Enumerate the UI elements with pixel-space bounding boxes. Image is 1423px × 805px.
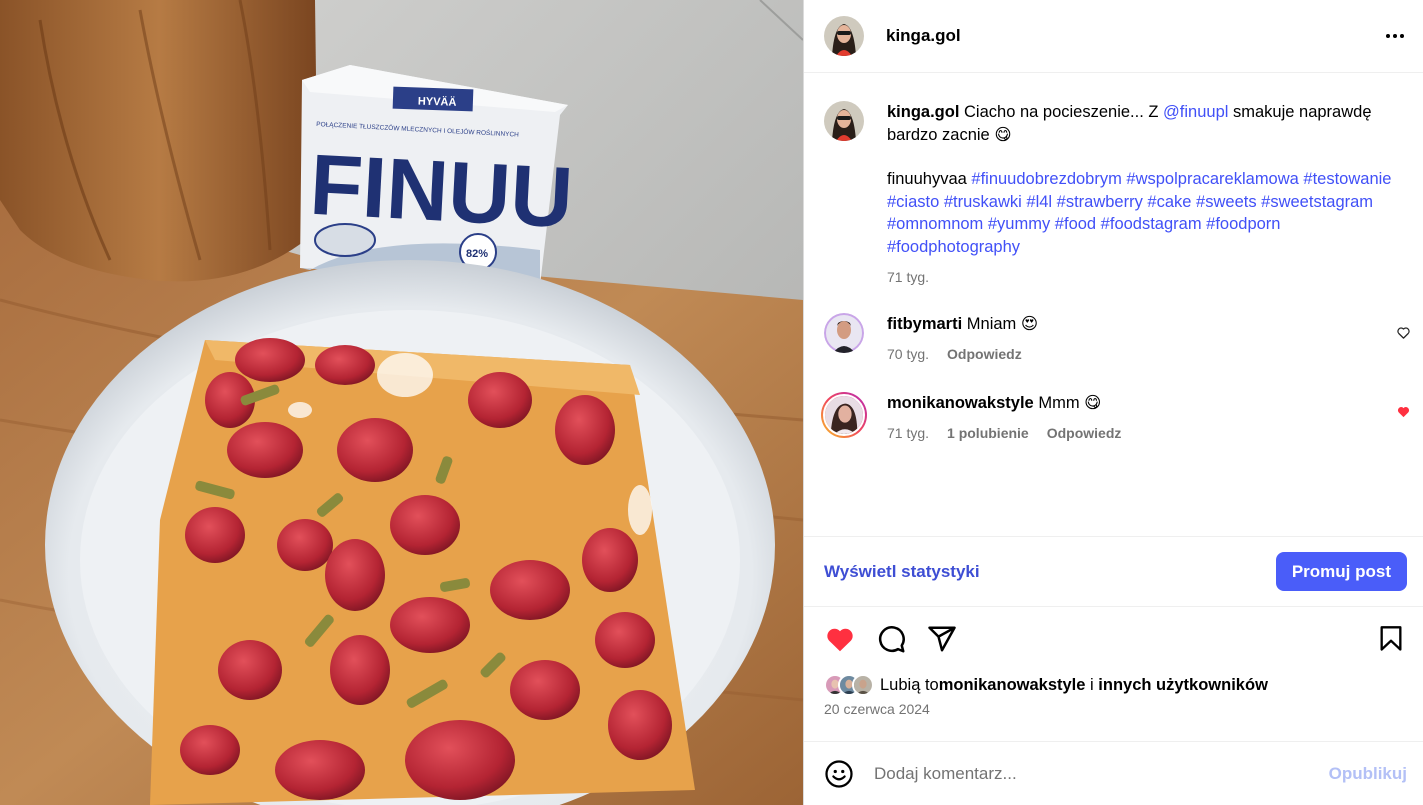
author-avatar[interactable]	[824, 16, 864, 56]
likes-prefix: Lubią to	[880, 675, 939, 694]
author-username[interactable]: kinga.gol	[886, 26, 961, 46]
comment-text: Mmm 😋	[1038, 393, 1102, 412]
commenter-avatar[interactable]	[824, 312, 864, 353]
post-photo-image: HYVÄÄ POŁĄCZENIE TŁUSZCZÓW MLECZNYCH I O…	[0, 0, 803, 805]
publish-comment-button[interactable]: Opublikuj	[1329, 764, 1407, 784]
post-date[interactable]: 20 czerwca 2024	[804, 701, 1423, 741]
save-bookmark-icon[interactable]	[1375, 623, 1407, 655]
insights-bar: Wyświetl statystyki Promuj post	[804, 536, 1423, 607]
comment-likes-count[interactable]: 1 polubienie	[947, 422, 1029, 445]
comment-text: Mniam 😍	[966, 314, 1039, 333]
post-actions	[804, 607, 1423, 671]
liker-avatar	[852, 674, 874, 696]
comment-input[interactable]	[874, 763, 1329, 784]
comment-item: monikanowakstyle Mmm 😋 71 tyg. 1 polubie…	[821, 391, 1410, 445]
comment-icon[interactable]	[875, 623, 907, 655]
likes-summary: Lubią to monikanowakstyle i innych użytk…	[804, 671, 1423, 699]
emoji-smiley-icon[interactable]	[824, 759, 854, 789]
likers-avatars[interactable]	[824, 674, 874, 696]
promote-post-button[interactable]: Promuj post	[1275, 552, 1407, 591]
product-label: HYVÄÄ	[418, 94, 457, 108]
post-header: kinga.gol	[804, 0, 1423, 73]
liked-comment-heart-icon[interactable]	[1396, 404, 1411, 419]
caption-hashtags: finuuhyvaa #finuudobrezdobrym #wspolprac…	[887, 168, 1403, 258]
reply-button[interactable]: Odpowiedz	[947, 343, 1022, 366]
comment-time[interactable]: 71 tyg.	[887, 422, 929, 445]
product-badge: 82%	[466, 248, 488, 260]
caption-plain-tag: finuuhyvaa	[887, 170, 972, 188]
comment-author[interactable]: fitbymarti	[887, 315, 962, 333]
commenter-avatar[interactable]	[823, 393, 865, 436]
like-comment-heart-icon[interactable]	[1396, 325, 1411, 340]
caption-author-avatar[interactable]	[824, 101, 864, 141]
caption-time[interactable]: 71 tyg.	[887, 266, 929, 289]
comments-list: kinga.gol Ciacho na pocieszenie... Z @fi…	[804, 73, 1423, 536]
comment-time[interactable]: 70 tyg.	[887, 343, 929, 366]
like-heart-icon[interactable]	[824, 623, 856, 655]
comment-author[interactable]: monikanowakstyle	[887, 394, 1034, 412]
add-comment-bar: Opublikuj	[804, 741, 1423, 805]
caption-text-before: Ciacho na pocieszenie... Z	[964, 103, 1164, 121]
caption-author[interactable]: kinga.gol	[887, 103, 959, 121]
post-details-panel: kinga.gol kinga.gol Ciacho na pocieszeni…	[803, 0, 1423, 805]
caption-mention[interactable]: @finuupl	[1163, 103, 1228, 121]
likes-others-link[interactable]: innych użytkowników	[1098, 676, 1268, 695]
comment-item: fitbymarti Mniam 😍 70 tyg. Odpowiedz	[824, 312, 1410, 366]
caption-text: kinga.gol Ciacho na pocieszenie... Z @fi…	[887, 101, 1403, 146]
share-icon[interactable]	[926, 623, 958, 655]
post-photo[interactable]: HYVÄÄ POŁĄCZENIE TŁUSZCZÓW MLECZNYCH I O…	[0, 0, 803, 805]
reply-button[interactable]: Odpowiedz	[1047, 422, 1122, 445]
more-horizontal-icon[interactable]	[1383, 24, 1407, 48]
likes-middle: i	[1085, 675, 1099, 694]
commenter-story-ring[interactable]	[821, 391, 867, 438]
caption: kinga.gol Ciacho na pocieszenie... Z @fi…	[824, 101, 1403, 289]
view-insights-link[interactable]: Wyświetl statystyki	[824, 562, 980, 582]
likes-username[interactable]: monikanowakstyle	[939, 676, 1086, 695]
